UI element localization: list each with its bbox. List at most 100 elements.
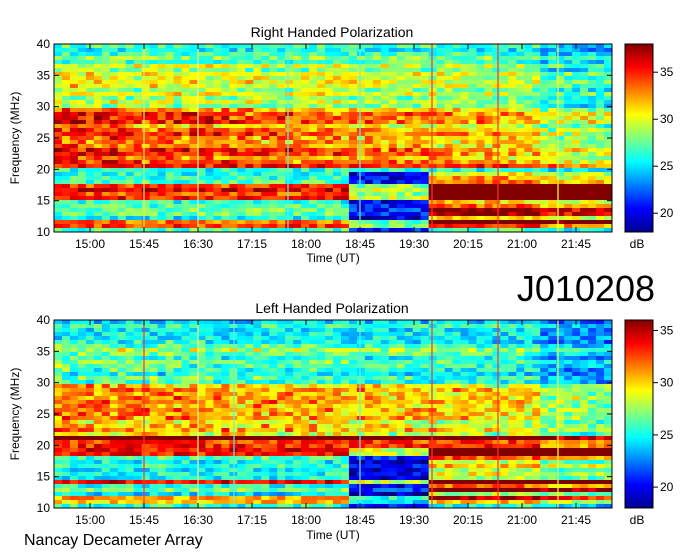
heatmap-cell: [261, 140, 270, 145]
heatmap-cell: [484, 160, 493, 165]
heatmap-cell: [181, 116, 190, 121]
heatmap-cell: [444, 156, 453, 161]
heatmap-cell: [325, 344, 334, 349]
heatmap-cell: [269, 392, 278, 397]
heatmap-cell: [309, 476, 318, 481]
heatmap-cell: [301, 64, 310, 69]
heatmap-cell: [301, 456, 310, 461]
heatmap-cell: [237, 148, 246, 153]
heatmap-cell: [125, 340, 135, 345]
heatmap-cell: [85, 136, 95, 141]
heatmap-cell: [197, 328, 206, 333]
heatmap-cell: [229, 68, 238, 73]
heatmap-cell: [564, 60, 573, 65]
heatmap-cell: [165, 476, 174, 481]
heatmap-cell: [285, 400, 294, 405]
heatmap-cell: [301, 100, 310, 105]
heatmap-cell: [117, 400, 127, 405]
heatmap-cell: [117, 104, 127, 109]
heatmap-cell: [165, 400, 174, 405]
heatmap-cell: [237, 472, 246, 477]
heatmap-cell: [245, 368, 254, 373]
heatmap-cell: [285, 96, 294, 101]
heatmap-cell: [229, 100, 238, 105]
heatmap-cell: [245, 376, 254, 381]
heatmap-cell: [125, 144, 135, 149]
heatmap-cell: [444, 176, 453, 181]
heatmap-cell: [77, 52, 87, 57]
heatmap-cell: [149, 56, 159, 61]
heatmap-cell: [101, 424, 111, 429]
heatmap-cell: [117, 192, 127, 197]
heatmap-cell: [269, 180, 278, 185]
heatmap-cell: [221, 420, 230, 425]
heatmap-cell: [245, 380, 254, 385]
heatmap-cell: [325, 100, 334, 105]
heatmap-cell: [269, 404, 278, 409]
heatmap-cell: [317, 76, 326, 81]
heatmap-cell: [125, 104, 135, 109]
heatmap-cell: [380, 72, 390, 77]
heatmap-cell: [181, 332, 190, 337]
heatmap-cell: [285, 456, 294, 461]
heatmap-cell: [412, 208, 422, 213]
heatmap-cell: [277, 352, 286, 357]
heatmap-cell: [149, 440, 159, 445]
heatmap-cell: [221, 432, 230, 437]
heatmap-cell: [229, 64, 238, 69]
heatmap-cell: [388, 104, 398, 109]
heatmap-cell: [460, 160, 469, 165]
heatmap-cell: [213, 92, 222, 97]
heatmap-cell: [388, 216, 398, 221]
heatmap-cell: [69, 68, 79, 73]
heatmap-cell: [205, 412, 214, 417]
heatmap-cell: [253, 168, 262, 173]
heatmap-cell: [580, 148, 589, 153]
heatmap-cell: [596, 160, 605, 165]
heatmap-cell: [109, 168, 119, 173]
heatmap-cell: [428, 156, 438, 161]
heatmap-cell: [420, 196, 430, 201]
heatmap-cell: [317, 496, 326, 501]
heatmap-cell: [285, 184, 294, 189]
heatmap-cell: [420, 60, 430, 65]
heatmap-cell: [285, 52, 294, 57]
heatmap-cell: [428, 88, 438, 93]
heatmap-cell: [340, 132, 350, 137]
heatmap-cell: [205, 172, 214, 177]
heatmap-cell: [237, 160, 246, 165]
heatmap-cell: [340, 80, 350, 85]
heatmap-cell: [412, 72, 422, 77]
heatmap-cell: [436, 120, 445, 125]
heatmap-cell: [516, 188, 525, 193]
heatmap-cell: [388, 136, 398, 141]
heatmap-cell: [277, 368, 286, 373]
heatmap-cell: [213, 172, 222, 177]
heatmap-cell: [149, 400, 159, 405]
heatmap-cell: [245, 460, 254, 465]
heatmap-cell: [380, 212, 390, 217]
heatmap-cell: [181, 384, 190, 389]
heatmap-cell: [189, 424, 198, 429]
heatmap-cell: [117, 420, 127, 425]
heatmap-cell: [77, 216, 87, 221]
heatmap-cell: [285, 344, 294, 349]
x-tick-label: 18:00: [291, 237, 321, 251]
heatmap-cell: [596, 184, 605, 189]
heatmap-cell: [237, 88, 246, 93]
heatmap-cell: [197, 124, 206, 129]
heatmap-cell: [85, 352, 95, 357]
heatmap-cell: [524, 44, 533, 49]
heatmap-cell: [356, 104, 366, 109]
heatmap-cell: [277, 116, 286, 121]
heatmap-cell: [420, 156, 430, 161]
heatmap-cell: [69, 140, 79, 145]
heatmap-cell: [117, 128, 127, 133]
heatmap-cell: [317, 124, 326, 129]
heatmap-cell: [133, 204, 143, 209]
heatmap-cell: [293, 112, 302, 117]
heatmap-cell: [229, 140, 238, 145]
heatmap-cell: [101, 484, 111, 489]
heatmap-cell: [301, 188, 310, 193]
heatmap-cell: [301, 352, 310, 357]
